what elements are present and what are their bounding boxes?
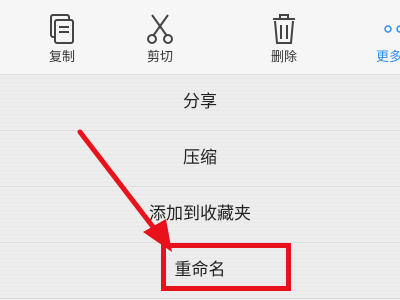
menu-item-label: 压缩 xyxy=(183,148,217,168)
delete-label: 删除 xyxy=(270,50,297,65)
action-toolbar: 复制 剪切 删除 更多 xyxy=(0,0,400,75)
trash-icon xyxy=(273,14,295,44)
copy-label: 复制 xyxy=(48,50,75,65)
file-action-screen: 复制 剪切 删除 更多 分享 压缩 添加到收藏夹 重命名 xyxy=(0,0,400,300)
more-button[interactable]: 更多 xyxy=(372,0,400,74)
more-dots-icon xyxy=(384,25,400,33)
menu-item-share[interactable]: 分享 xyxy=(0,75,400,131)
cut-button[interactable]: 剪切 xyxy=(120,0,200,74)
menu-item-add-to-favorites[interactable]: 添加到收藏夹 xyxy=(0,187,400,243)
menu-item-label: 分享 xyxy=(183,92,217,112)
scissors-icon xyxy=(147,14,173,44)
delete-button[interactable]: 删除 xyxy=(244,0,324,74)
rename-highlight-box xyxy=(161,243,291,291)
copy-button[interactable]: 复制 xyxy=(22,0,102,74)
more-label: 更多 xyxy=(376,50,400,65)
cut-label: 剪切 xyxy=(146,50,173,65)
copy-icon xyxy=(50,14,74,44)
menu-item-compress[interactable]: 压缩 xyxy=(0,131,400,187)
menu-item-label: 添加到收藏夹 xyxy=(149,204,251,224)
